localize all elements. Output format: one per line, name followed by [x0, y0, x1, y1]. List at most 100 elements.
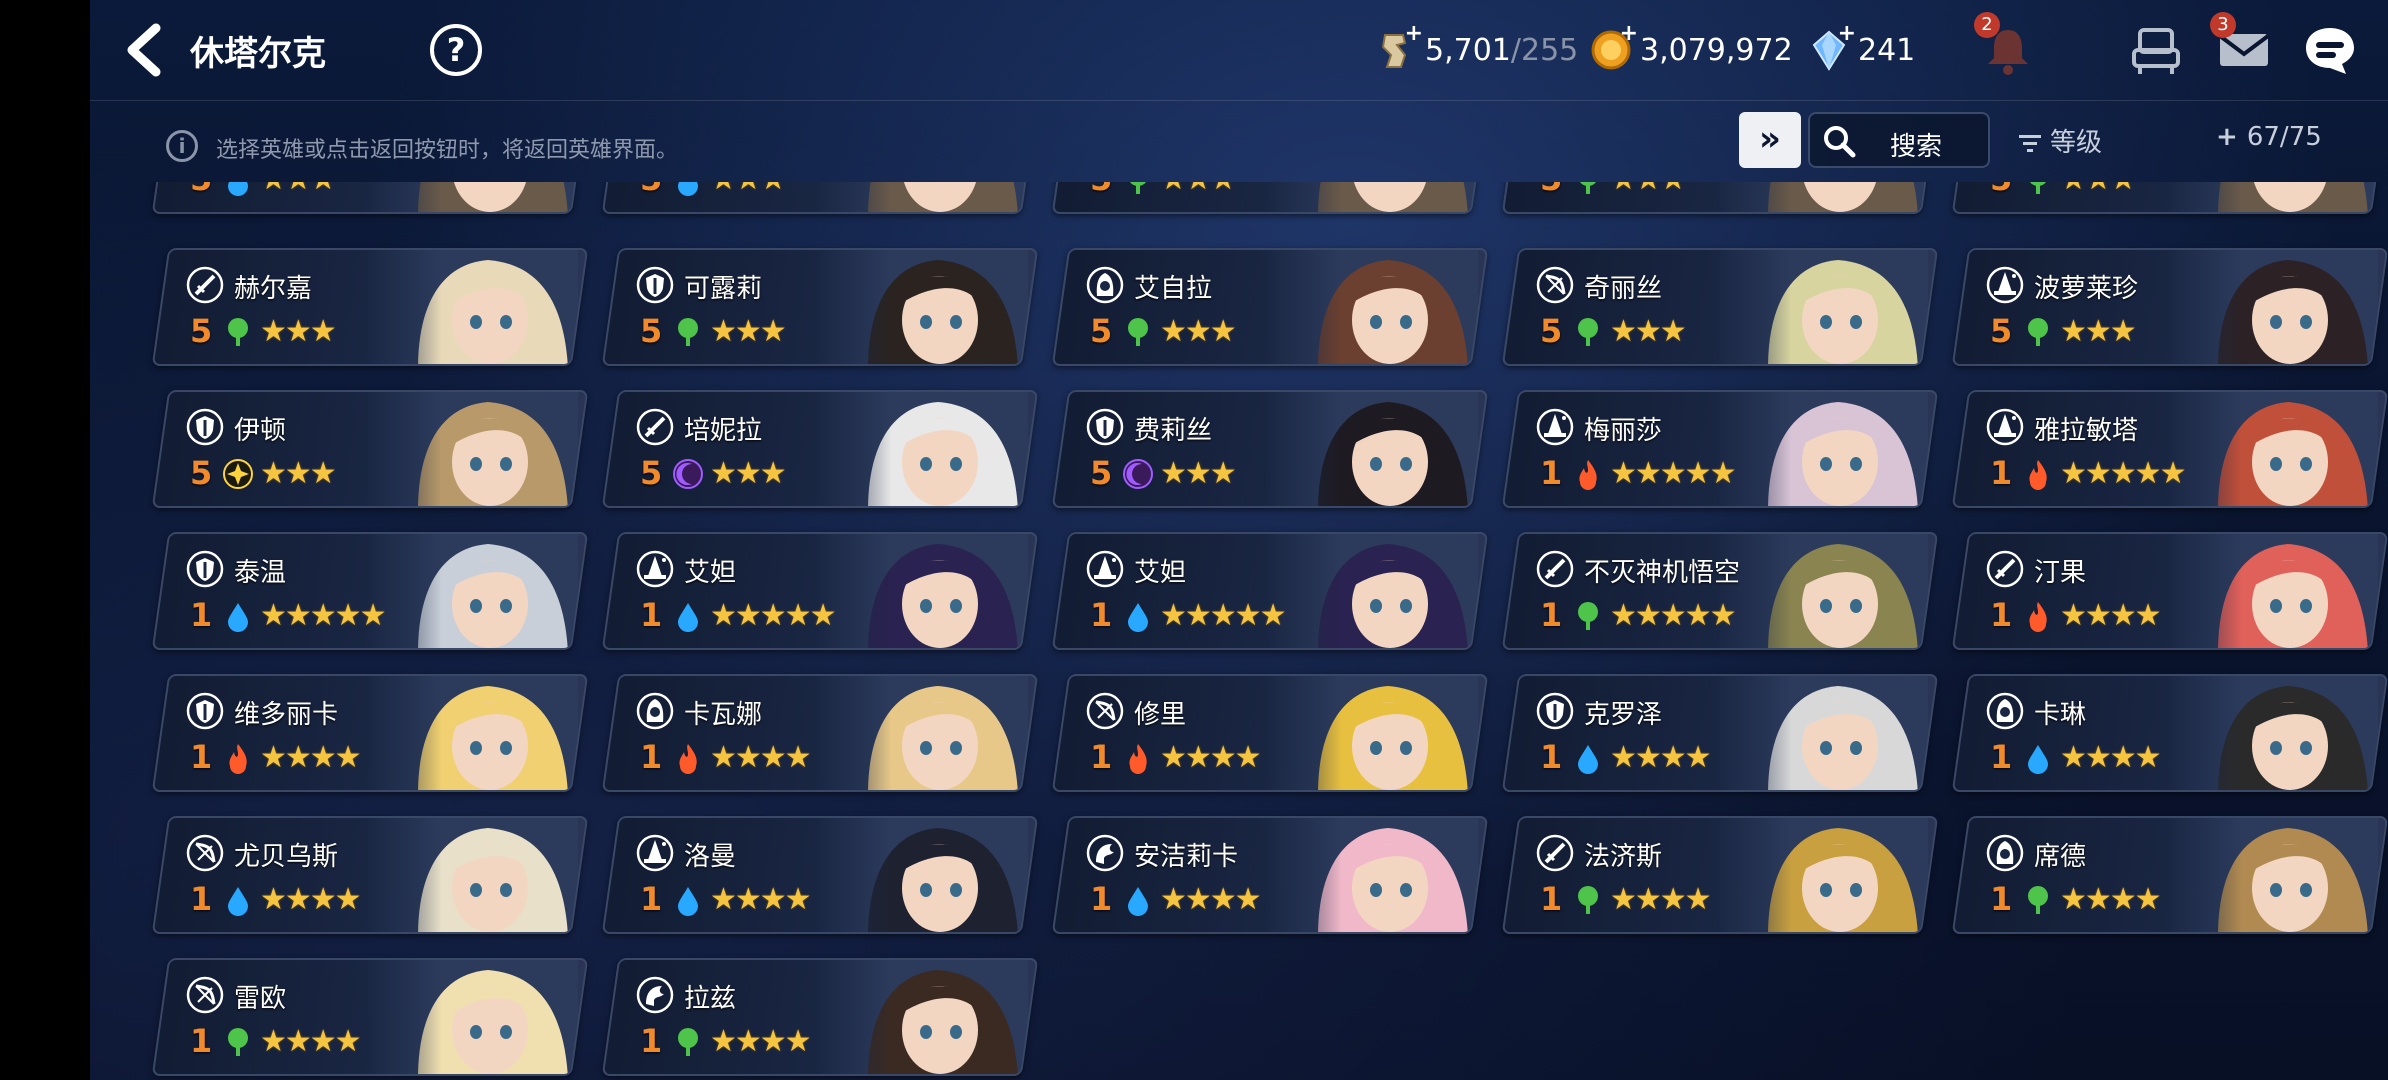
bow-icon	[1086, 692, 1124, 730]
hero-name: 不灭神机悟空	[1584, 558, 1741, 588]
page-title: 休塔尔克	[190, 34, 326, 74]
fire-element-icon	[672, 742, 704, 774]
water-element-icon	[1122, 600, 1154, 632]
hero-card-content: 席德 1 ★★★★	[1962, 818, 2378, 934]
hero-card[interactable]: 洛曼 1 ★★★★	[601, 816, 1039, 934]
hero-card[interactable]: 克罗泽 1 ★★★★	[1501, 674, 1939, 792]
hero-level: 1	[1540, 454, 1563, 492]
earth-element-icon	[1572, 182, 1604, 196]
hero-name: 洛曼	[684, 842, 737, 872]
hero-level: 1	[1990, 880, 2013, 918]
hero-card[interactable]: 艾妲 1 ★★★★★	[601, 532, 1039, 650]
hero-card[interactable]: 5 ★★★	[1051, 182, 1489, 214]
hero-card[interactable]: 费莉丝 5 ★★★	[1051, 390, 1489, 508]
hero-card[interactable]: 维多丽卡 1 ★★★★	[151, 674, 589, 792]
hero-portrait	[368, 960, 578, 1076]
hero-card[interactable]: 拉兹 1 ★★★★	[601, 958, 1039, 1076]
stamina-display[interactable]: + 5,701/255	[1375, 21, 1579, 76]
hero-name: 艾妲	[684, 558, 737, 588]
hero-name: 修里	[1134, 700, 1187, 730]
gem-display[interactable]: + 241	[1808, 21, 1915, 76]
sword-icon	[1986, 550, 2024, 588]
hero-level: 5	[190, 454, 213, 492]
hero-name: 艾自拉	[1134, 274, 1213, 304]
hero-card[interactable]: 雷欧 1 ★★★★	[151, 958, 589, 1076]
hero-card-content: 不灭神机悟空 1 ★★★★★	[1512, 534, 1928, 650]
hero-star-rating: ★★★	[710, 314, 785, 349]
earth-element-icon	[2022, 316, 2054, 348]
hero-card[interactable]: 培妮拉 5 ★★★	[601, 390, 1039, 508]
hero-card[interactable]: 赫尔嘉 5 ★★★	[151, 248, 589, 366]
back-button[interactable]	[120, 22, 170, 78]
hero-card[interactable]: 修里 1 ★★★★	[1051, 674, 1489, 792]
hero-name: 奇丽丝	[1584, 274, 1663, 304]
hero-card[interactable]: 汀果 1 ★★★★	[1951, 532, 2388, 650]
hero-card[interactable]: 艾妲 1 ★★★★★	[1051, 532, 1489, 650]
team-button[interactable]	[2126, 20, 2186, 80]
hero-card[interactable]: 安洁莉卡 1 ★★★★	[1051, 816, 1489, 934]
hero-card[interactable]: 5 ★★★	[1951, 182, 2388, 214]
hero-star-rating: ★★★★	[2060, 740, 2160, 775]
hero-card[interactable]: 梅丽莎 1 ★★★★★	[1501, 390, 1939, 508]
hero-card[interactable]: 不灭神机悟空 1 ★★★★★	[1501, 532, 1939, 650]
hero-card[interactable]: 艾自拉 5 ★★★	[1051, 248, 1489, 366]
hero-name: 雅拉敏塔	[2034, 416, 2139, 446]
hero-level: 1	[1090, 738, 1113, 776]
hero-name: 拉兹	[684, 984, 737, 1014]
hero-card[interactable]: 泰温 1 ★★★★★	[151, 532, 589, 650]
gold-display[interactable]: + 3,079,972	[1590, 21, 1793, 76]
hero-star-rating: ★★★★★	[260, 598, 385, 633]
witch-icon	[1986, 408, 2024, 446]
bow-icon	[186, 976, 224, 1014]
hero-name: 汀果	[2034, 558, 2087, 588]
hero-card[interactable]: 伊顿 5 ★★★	[151, 390, 589, 508]
hero-star-rating: ★★★★	[1610, 740, 1710, 775]
hero-card[interactable]: 尤贝乌斯 1 ★★★★	[151, 816, 589, 934]
hero-portrait	[368, 250, 578, 366]
water-element-icon	[2022, 742, 2054, 774]
hero-star-rating: ★★★	[2060, 314, 2135, 349]
hero-card[interactable]: 卡琳 1 ★★★★	[1951, 674, 2388, 792]
water-element-icon	[672, 600, 704, 632]
notification-button[interactable]: 2	[1974, 12, 2038, 80]
mail-button[interactable]: 3	[2210, 12, 2274, 80]
hero-card[interactable]: 卡瓦娜 1 ★★★★	[601, 674, 1039, 792]
sort-level-button[interactable]: 等级	[2018, 122, 2102, 159]
hero-star-rating: ★★★★	[1160, 882, 1260, 917]
hero-name: 费莉丝	[1134, 416, 1213, 446]
hero-card[interactable]: 奇丽丝 5 ★★★	[1501, 248, 1939, 366]
hero-card-content: 雷欧 1 ★★★★	[162, 960, 578, 1076]
hero-card[interactable]: 5 ★★★	[151, 182, 589, 214]
gold-coin-icon: +	[1590, 21, 1638, 71]
hero-level: 1	[1990, 738, 2013, 776]
hero-card[interactable]: 波萝莱珍 5 ★★★	[1951, 248, 2388, 366]
hero-card[interactable]: 可露莉 5 ★★★	[601, 248, 1039, 366]
hero-star-rating: ★★★	[710, 182, 785, 197]
hero-name: 卡琳	[2034, 700, 2087, 730]
hero-portrait	[368, 182, 578, 214]
hero-card[interactable]: 法济斯 1 ★★★★	[1501, 816, 1939, 934]
hero-portrait	[1718, 182, 1928, 214]
hero-card[interactable]: 5 ★★★	[601, 182, 1039, 214]
hero-card[interactable]: 雅拉敏塔 1 ★★★★★	[1951, 390, 2388, 508]
earth-element-icon	[1572, 316, 1604, 348]
hero-star-rating: ★★★★	[260, 740, 360, 775]
hero-card[interactable]: 席德 1 ★★★★	[1951, 816, 2388, 934]
help-button[interactable]: ?	[430, 24, 482, 76]
earth-element-icon	[222, 316, 254, 348]
dragon-icon	[636, 976, 674, 1014]
hero-level: 1	[1540, 738, 1563, 776]
chat-button[interactable]	[2300, 20, 2360, 80]
stamina-max: /255	[1510, 32, 1579, 68]
shield-icon	[1086, 408, 1124, 446]
hero-star-rating: ★★★★	[1160, 740, 1260, 775]
search-button[interactable]: 搜索	[1808, 112, 1990, 168]
hero-card[interactable]: 5 ★★★	[1501, 182, 1939, 214]
water-element-icon	[222, 600, 254, 632]
hero-portrait	[1268, 676, 1478, 792]
hero-star-rating: ★★★★★	[710, 598, 835, 633]
hero-star-rating: ★★★	[1160, 182, 1235, 197]
hero-name: 法济斯	[1584, 842, 1663, 872]
hero-level: 1	[640, 738, 663, 776]
fast-forward-button[interactable]: »	[1739, 112, 1801, 168]
